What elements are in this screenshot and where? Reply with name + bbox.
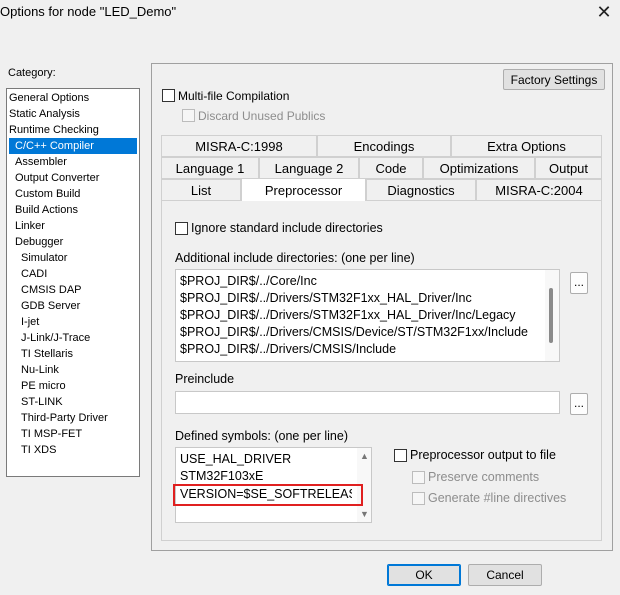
category-item[interactable]: TI Stellaris — [9, 346, 73, 362]
include-dirs-browse-button[interactable]: ... — [570, 272, 588, 294]
include-dir-line: $PROJ_DIR$/../Drivers/STM32F1xx_HAL_Driv… — [180, 308, 516, 322]
category-item[interactable]: Third-Party Driver — [9, 410, 108, 426]
category-item[interactable]: I-jet — [9, 314, 39, 330]
tab-optimizations[interactable]: Optimizations — [423, 157, 535, 179]
include-dirs-label: Additional include directories: (one per… — [175, 251, 415, 265]
ok-button[interactable]: OK — [387, 564, 461, 586]
include-dirs-scrollbar[interactable] — [545, 270, 559, 361]
category-item[interactable]: Runtime Checking — [9, 122, 99, 138]
category-item[interactable]: TI MSP-FET — [9, 426, 82, 442]
discard-unused-label: Discard Unused Publics — [198, 109, 326, 123]
scrollbar-thumb[interactable] — [549, 288, 553, 343]
factory-settings-button[interactable]: Factory Settings — [503, 69, 605, 90]
multi-file-label: Multi-file Compilation — [178, 89, 290, 103]
discard-unused-checkbox — [182, 109, 195, 122]
tab-preprocessor[interactable]: Preprocessor — [241, 178, 366, 201]
cancel-button[interactable]: Cancel — [468, 564, 542, 586]
include-dir-line: $PROJ_DIR$/../Drivers/CMSIS/Device/ST/ST… — [180, 325, 529, 339]
category-label: Category: — [8, 67, 56, 79]
window-title: Options for node "LED_Demo" — [0, 4, 177, 19]
include-dir-line: $PROJ_DIR$/../Core/Inc — [180, 274, 317, 288]
ignore-std-label: Ignore standard include directories — [191, 221, 383, 235]
scroll-down-icon[interactable]: ▼ — [360, 509, 369, 519]
category-item[interactable]: TI XDS — [9, 442, 56, 458]
highlight-annotation — [173, 484, 363, 506]
tab-misra-c-2004[interactable]: MISRA-C:2004 — [476, 179, 602, 201]
gen-line-checkbox — [412, 492, 425, 505]
category-item[interactable]: GDB Server — [9, 298, 80, 314]
category-item[interactable]: CMSIS DAP — [9, 282, 82, 298]
preinclude-browse-button[interactable]: ... — [570, 393, 588, 415]
include-dirs-textbox[interactable]: $PROJ_DIR$/../Core/Inc $PROJ_DIR$/../Dri… — [175, 269, 560, 362]
pp-output-checkbox[interactable] — [394, 449, 407, 462]
defined-symbols-label: Defined symbols: (one per line) — [175, 429, 348, 443]
category-item[interactable]: Debugger — [9, 234, 63, 250]
category-item[interactable]: Output Converter — [9, 170, 99, 186]
scroll-up-icon[interactable]: ▲ — [360, 451, 369, 461]
tab-diagnostics[interactable]: Diagnostics — [366, 179, 476, 201]
category-item[interactable]: Nu-Link — [9, 362, 59, 378]
tab-misra-c-1998[interactable]: MISRA-C:1998 — [161, 135, 317, 157]
category-item[interactable]: General Options — [9, 90, 89, 106]
category-item[interactable]: J-Link/J-Trace — [9, 330, 90, 346]
tab-extra-options[interactable]: Extra Options — [451, 135, 602, 157]
tab-code[interactable]: Code — [359, 157, 423, 179]
category-item[interactable]: ST-LINK — [9, 394, 63, 410]
category-item[interactable]: Build Actions — [9, 202, 78, 218]
tab-output[interactable]: Output — [535, 157, 602, 179]
close-icon[interactable]: ✕ — [592, 0, 616, 24]
category-item[interactable]: C/C++ Compiler — [9, 138, 137, 154]
ignore-std-checkbox[interactable] — [175, 222, 188, 235]
tab-encodings[interactable]: Encodings — [317, 135, 451, 157]
defined-symbol-line: USE_HAL_DRIVER — [180, 452, 292, 466]
include-dir-line: $PROJ_DIR$/../Drivers/STM32F1xx_HAL_Driv… — [180, 291, 472, 305]
category-item[interactable]: Linker — [9, 218, 45, 234]
category-item[interactable]: Custom Build — [9, 186, 80, 202]
tab-language-2[interactable]: Language 2 — [259, 157, 359, 179]
pp-output-label: Preprocessor output to file — [410, 448, 556, 462]
include-dir-line: $PROJ_DIR$/../Drivers/CMSIS/Include — [180, 342, 397, 356]
gen-line-label: Generate #line directives — [428, 491, 567, 505]
preserve-comments-label: Preserve comments — [428, 470, 540, 484]
preinclude-label: Preinclude — [175, 372, 235, 386]
defined-symbol-line: STM32F103xE — [180, 469, 264, 483]
category-item[interactable]: PE micro — [9, 378, 66, 394]
category-item[interactable]: Assembler — [9, 154, 67, 170]
preinclude-input[interactable] — [175, 391, 560, 414]
preserve-comments-checkbox — [412, 471, 425, 484]
category-item[interactable]: CADI — [9, 266, 47, 282]
category-item[interactable]: Static Analysis — [9, 106, 80, 122]
multi-file-checkbox[interactable] — [162, 89, 175, 102]
category-list[interactable]: General Options Static Analysis Runtime Ch… — [6, 88, 140, 477]
category-item[interactable]: Simulator — [9, 250, 67, 266]
tab-list[interactable]: List — [161, 179, 241, 201]
tab-language-1[interactable]: Language 1 — [161, 157, 259, 179]
